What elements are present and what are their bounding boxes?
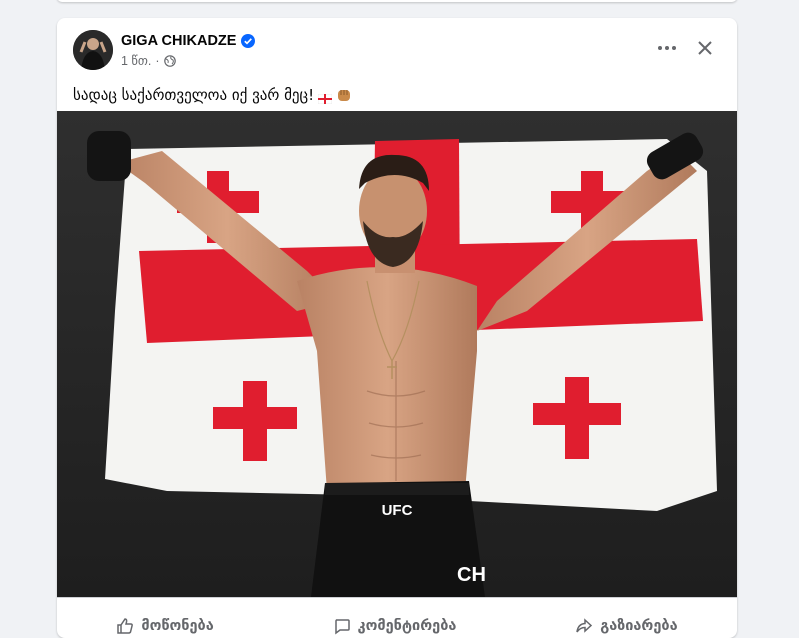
post-card: GIGA CHIKADZE 1 წთ. · სადაც საქართველოა … [57,18,737,638]
caption-text: სადაც საქართველოა იქ ვარ მეც! [73,86,315,104]
post-header: GIGA CHIKADZE 1 წთ. · [57,18,737,78]
post-actions-bar: მოწონება კომენტირება გაზიარება [57,597,737,638]
author-name[interactable]: GIGA CHIKADZE [121,33,236,49]
comment-button[interactable]: კომენტირება [333,605,457,635]
post-photo[interactable]: UFC CH [57,111,737,597]
like-label: მოწონება [141,618,214,634]
post-meta: 1 წთ. · [121,53,176,68]
like-button[interactable]: მოწონება [116,605,214,635]
shorts-side-text: CH [457,564,486,586]
meta-separator: · [155,53,160,68]
author-name-row: GIGA CHIKADZE [121,33,256,49]
share-label: გაზიარება [600,618,678,634]
shorts-logo: UFC [382,502,413,519]
raised-fist-emoji-icon [336,87,352,103]
thumbs-up-icon [117,618,134,634]
previous-post-card [57,0,737,2]
post-caption: სადაც საქართველოა იქ ვარ მეც! [57,80,737,110]
comment-label: კომენტირება [357,618,457,634]
verified-badge-icon [241,34,256,48]
left-glove [87,131,131,181]
close-icon[interactable] [691,36,719,60]
share-icon [576,618,593,633]
globe-icon[interactable] [163,54,176,67]
share-button[interactable]: გაზიარება [575,605,678,635]
post-time[interactable]: 1 წთ. [121,53,151,68]
georgian-flag-emoji-icon [317,90,333,105]
author-avatar[interactable] [73,30,113,70]
comment-icon [334,619,350,635]
more-options-icon[interactable] [653,36,681,60]
